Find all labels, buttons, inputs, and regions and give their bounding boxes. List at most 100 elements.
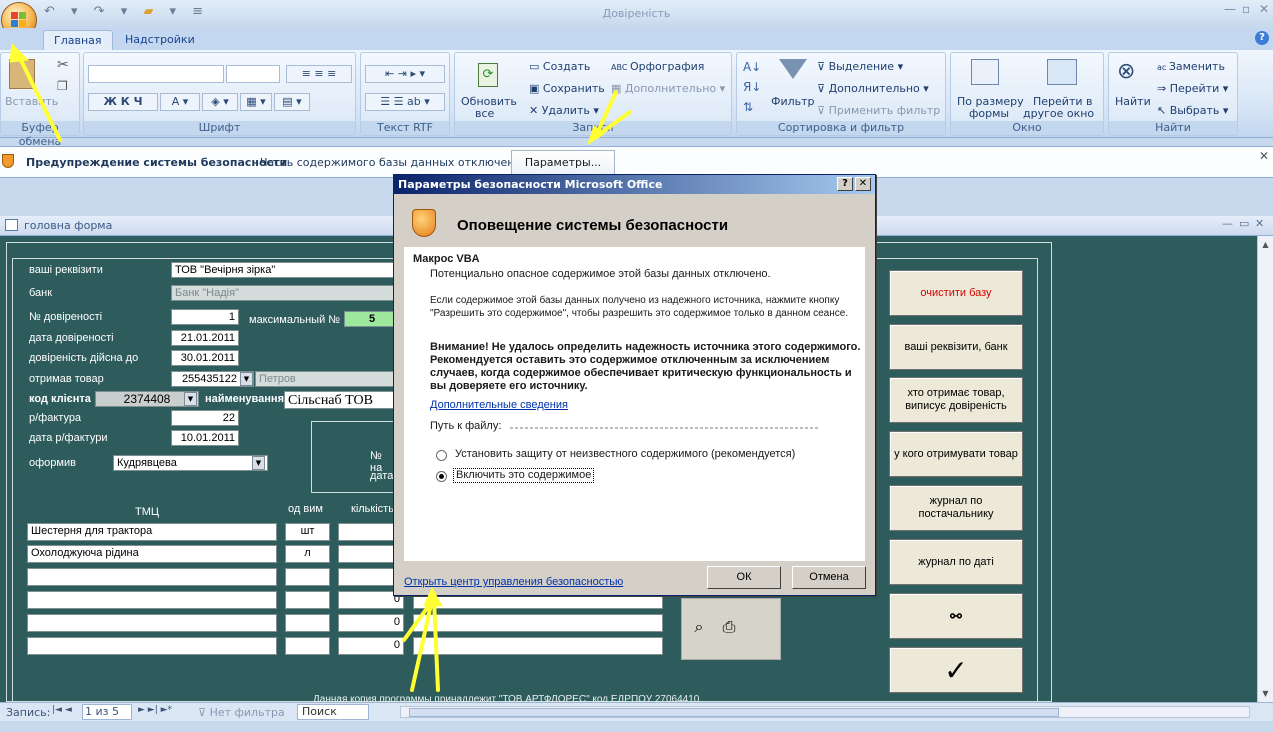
item-row-1-unit[interactable]: шт xyxy=(285,523,330,541)
minimize-button[interactable]: — xyxy=(1224,2,1236,16)
item-row-4-unit[interactable] xyxy=(285,591,330,609)
bank-field[interactable]: Банк "Надія" xyxy=(171,285,401,301)
option-protect-label[interactable]: Установить защиту от неизвестного содерж… xyxy=(455,448,795,461)
fit-form-button-line2[interactable]: формы xyxy=(969,107,1009,120)
option-enable-label[interactable]: Включить это содержимое xyxy=(453,468,595,483)
valid-until-field[interactable]: 30.01.2011 xyxy=(171,350,239,366)
client-name-field[interactable]: Сільснаб ТОВ xyxy=(284,391,401,409)
item-row-1-name[interactable]: Шестерня для трактора xyxy=(27,523,277,541)
indent-icons[interactable]: ⇤ ⇥ ▸ ▾ xyxy=(365,65,445,83)
date-field[interactable]: 21.01.2011 xyxy=(171,330,239,346)
dialog-close-button[interactable]: ✕ xyxy=(855,177,871,191)
search-box[interactable]: Поиск xyxy=(297,704,369,720)
close-window-button[interactable]: ✕ xyxy=(1259,2,1269,16)
fill-color-icon[interactable]: ◈ ▾ xyxy=(202,93,238,111)
item-row-2-name[interactable]: Охолоджуюча рідина xyxy=(27,545,277,563)
print-icon[interactable]: ⎙ xyxy=(714,609,744,645)
option-protect-radio[interactable] xyxy=(436,450,447,461)
item-row-5-extra[interactable] xyxy=(413,614,663,632)
invoice-field[interactable]: 22 xyxy=(171,410,239,426)
apply-filter-button[interactable]: ⊽ Применить фильтр xyxy=(817,104,940,117)
no-filter-button[interactable]: ⊽ Нет фильтра xyxy=(198,706,285,719)
item-row-3-name[interactable] xyxy=(27,568,277,586)
issued-dropdown-icon[interactable]: ▼ xyxy=(252,456,265,470)
vertical-scrollbar[interactable]: ▲ ▼ xyxy=(1257,236,1273,702)
alt-fill-icon[interactable]: ▤ ▾ xyxy=(274,93,310,111)
tab-addins[interactable]: Надстройки xyxy=(115,30,205,51)
form-close[interactable]: ✕ xyxy=(1255,217,1264,230)
issued-combo[interactable]: Кудрявцева xyxy=(113,455,268,471)
sort-icons[interactable]: A↓ Я↓ ⇅ xyxy=(743,57,761,117)
received-name-field[interactable]: Петров xyxy=(255,371,401,387)
option-enable-radio[interactable] xyxy=(436,471,447,482)
find-button[interactable]: Найти xyxy=(1115,95,1151,108)
horizontal-scrollbar[interactable] xyxy=(400,706,1250,718)
tab-home[interactable]: Главная xyxy=(43,30,113,51)
item-row-4-name[interactable] xyxy=(27,591,277,609)
options-button[interactable]: Параметры... xyxy=(511,150,615,175)
list-icons[interactable]: ☰ ☰ ab ▾ xyxy=(365,93,445,111)
paste-button[interactable]: Вставить xyxy=(5,95,58,108)
cut-icon[interactable]: ✂ xyxy=(57,57,69,73)
font-name-combo[interactable] xyxy=(88,65,224,83)
close-bar-icon[interactable]: ✕ xyxy=(1259,149,1269,163)
num-field[interactable]: 1 xyxy=(171,309,239,325)
item-row-5-qty[interactable]: 0 xyxy=(338,614,404,632)
clear-db-button[interactable]: очистити базу xyxy=(889,270,1023,316)
requisites-field[interactable]: ТОВ "Вечірня зірка" xyxy=(171,262,401,278)
bold-italic-underline[interactable]: Ж К Ч xyxy=(88,93,158,111)
spelling-button[interactable]: ABC Орфография xyxy=(611,60,704,73)
item-row-5-name[interactable] xyxy=(27,614,277,632)
scroll-thumb[interactable] xyxy=(409,708,1059,717)
font-color-icon[interactable]: A ▾ xyxy=(160,93,200,111)
item-row-3-unit[interactable] xyxy=(285,568,330,586)
help-icon[interactable]: ? xyxy=(1255,31,1269,45)
item-row-2-unit[interactable]: л xyxy=(285,545,330,563)
more-records-button[interactable]: ▦ Дополнительно ▾ xyxy=(611,82,725,95)
form-restore[interactable]: ▭ xyxy=(1239,217,1249,230)
select-button[interactable]: ↖ Выбрать ▾ xyxy=(1157,104,1228,117)
align-buttons[interactable]: ≡ ≡ ≡ xyxy=(286,65,352,83)
selection-button[interactable]: ⊽ Выделение ▾ xyxy=(817,60,903,73)
delete-record-button[interactable]: ✕ Удалить ▾ xyxy=(529,104,599,117)
trust-center-link[interactable]: Открыть центр управления безопасностью xyxy=(404,576,623,588)
requisites-bank-button[interactable]: ваші реквізити, банк xyxy=(889,324,1023,370)
gridlines-icon[interactable]: ▦ ▾ xyxy=(240,93,272,111)
who-receives-button[interactable]: хто отримає товар, виписує довіреність xyxy=(889,377,1023,423)
client-dropdown-icon[interactable]: ▼ xyxy=(184,392,197,406)
new-record-button[interactable]: ▭ Создать xyxy=(529,60,590,73)
first-record-icon[interactable]: |◄ ◄ xyxy=(52,705,72,715)
filter-button[interactable]: Фильтр xyxy=(771,95,815,108)
item-row-6-qty[interactable]: 0 xyxy=(338,637,404,655)
dialog-help-button[interactable]: ? xyxy=(837,177,853,191)
replace-button[interactable]: ac Заменить xyxy=(1157,60,1225,73)
goto-button[interactable]: ⇒ Перейти ▾ xyxy=(1157,82,1228,95)
cancel-button[interactable]: Отмена xyxy=(792,566,866,589)
confirm-button[interactable]: ✓ xyxy=(889,647,1023,693)
received-dropdown-icon[interactable]: ▼ xyxy=(240,372,253,386)
item-row-5-unit[interactable] xyxy=(285,614,330,632)
item-row-6-name[interactable] xyxy=(27,637,277,655)
from-whom-button[interactable]: у кого отримувати товар xyxy=(889,431,1023,477)
form-minimize[interactable]: — xyxy=(1222,217,1233,230)
quick-access-toolbar[interactable]: ↶ ▾ ↷ ▾ ▰ ▾ ≡ xyxy=(44,4,209,19)
record-position[interactable]: 1 из 5 xyxy=(82,704,132,720)
label-invoice-date: дата р/фактури xyxy=(29,432,108,444)
font-size-combo[interactable] xyxy=(226,65,280,83)
search-icon[interactable]: ⌕ xyxy=(686,609,712,645)
refresh-all-button-line2[interactable]: все xyxy=(475,107,494,120)
journal-supplier-button[interactable]: журнал по постачальнику xyxy=(889,485,1023,531)
copy-icon[interactable]: ❐ xyxy=(57,79,68,93)
invoice-date-field[interactable]: 10.01.2011 xyxy=(171,430,239,446)
more-info-link[interactable]: Дополнительные сведения xyxy=(430,399,568,411)
save-record-button[interactable]: ▣ Сохранить xyxy=(529,82,605,95)
ok-button[interactable]: ОК xyxy=(707,566,781,589)
maximize-button[interactable]: ▫ xyxy=(1242,2,1250,16)
item-row-6-unit[interactable] xyxy=(285,637,330,655)
item-row-6-extra[interactable] xyxy=(413,637,663,655)
advanced-filter-button[interactable]: ⊽ Дополнительно ▾ xyxy=(817,82,929,95)
journal-date-button[interactable]: журнал по даті xyxy=(889,539,1023,585)
next-record-icon[interactable]: ► ►| ►* xyxy=(138,705,172,715)
switch-window-button-line2[interactable]: другое окно xyxy=(1023,107,1094,120)
binoculars-button[interactable]: ⚯ xyxy=(889,593,1023,639)
